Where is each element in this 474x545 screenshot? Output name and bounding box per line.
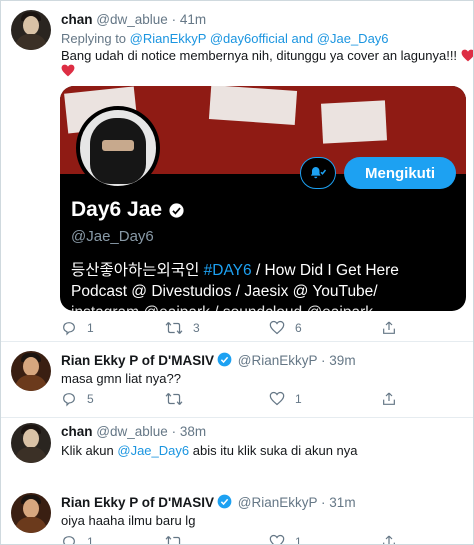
tweet-actions: 1 1 — [61, 534, 461, 545]
like-heart-icon — [269, 391, 285, 406]
tweet-text: masa gmn liat nya?? — [61, 371, 181, 386]
tweet-header: Rian Ekky P of D'MASIV @RianEkkyP · 31m — [61, 494, 356, 510]
bio-line-2: Podcast @ Divestudios / Jaesix @ YouTube… — [71, 283, 378, 300]
reply-icon — [63, 536, 75, 544]
tweet-4[interactable]: Rian Ekky P of D'MASIV @RianEkkyP · 31m … — [1, 486, 473, 545]
bio-line-3: instagram @eajpark / soundcloud @eajpark — [71, 302, 461, 311]
retweet-button[interactable]: 3 — [165, 320, 200, 336]
tweet-header: Rian Ekky P of D'MASIV @RianEkkyP · 39m — [61, 352, 356, 368]
reply-button[interactable]: 1 — [61, 320, 94, 336]
retweet-icon — [165, 393, 183, 405]
reply-button[interactable]: 1 — [61, 534, 94, 545]
bio-text: / How Did I Get Here — [255, 262, 399, 279]
share-button[interactable] — [381, 534, 397, 544]
handle[interactable]: @dw_ablue — [96, 12, 168, 27]
bell-icon — [310, 167, 327, 179]
verified-badge-icon — [217, 352, 232, 367]
verified-badge-icon — [217, 494, 232, 509]
tweet-1[interactable]: chan @dw_ablue · 41m Replying to @RianEk… — [1, 1, 473, 341]
bio-line-1: 등산좋아하는외국인 #DAY6 / How Did I Get Here — [71, 260, 461, 281]
separator-dot: · — [321, 353, 326, 368]
tweet-header: chan @dw_ablue · 41m — [61, 12, 206, 27]
and-label: and — [291, 31, 314, 46]
tweet-thread: chan @dw_ablue · 41m Replying to @RianEk… — [0, 0, 474, 545]
reply-count: 5 — [87, 392, 94, 406]
mention-link[interactable]: @day6official — [210, 31, 288, 46]
separator-dot: · — [321, 495, 326, 510]
avatar[interactable] — [11, 423, 51, 463]
verified-badge-icon — [169, 202, 184, 218]
tweet-text-part: Klik akun — [61, 443, 114, 458]
timestamp[interactable]: 31m — [329, 495, 355, 510]
mention-link[interactable]: @RianEkkyP — [130, 31, 207, 46]
like-count: 1 — [295, 534, 302, 545]
separator-dot: · — [171, 424, 177, 439]
reply-context: Replying to @RianEkkyP @day6official and… — [61, 30, 389, 47]
separator-dot: · — [171, 12, 177, 27]
like-button[interactable]: 1 — [269, 391, 302, 406]
display-name[interactable]: Rian Ekky P of D'MASIV — [61, 353, 214, 368]
display-name[interactable]: chan — [61, 12, 93, 27]
display-name[interactable]: Rian Ekky P of D'MASIV — [61, 495, 214, 510]
mention-link[interactable]: @Jae_Day6 — [317, 31, 389, 46]
bio-text: 등산좋아하는외국인 — [71, 262, 200, 279]
reply-icon — [63, 393, 75, 407]
like-heart-icon — [269, 534, 285, 544]
profile-name[interactable]: Day6 Jae — [71, 198, 185, 222]
profile-card[interactable]: Mengikuti Day6 Jae @Jae_Day6 등산좋아하는외국인 #… — [60, 86, 466, 311]
retweet-button[interactable] — [165, 534, 183, 544]
tweet-text: oiya haaha ilmu baru lg — [61, 513, 196, 528]
share-icon — [383, 321, 395, 334]
avatar[interactable] — [11, 351, 51, 391]
share-icon — [383, 535, 395, 544]
following-button[interactable]: Mengikuti — [344, 157, 456, 189]
mention-link[interactable]: @Jae_Day6 — [117, 443, 189, 458]
handle[interactable]: @dw_ablue — [96, 424, 168, 439]
like-count: 1 — [295, 391, 302, 406]
handle[interactable]: @RianEkkyP — [238, 495, 317, 510]
avatar[interactable] — [11, 10, 51, 50]
tweet-actions: 1 3 6 — [61, 320, 461, 338]
profile-handle[interactable]: @Jae_Day6 — [71, 228, 154, 245]
replying-to-label: Replying to — [61, 31, 127, 46]
avatar[interactable] — [11, 493, 51, 533]
share-button[interactable] — [381, 391, 397, 407]
profile-bio: 등산좋아하는외국인 #DAY6 / How Did I Get Here Pod… — [71, 260, 461, 311]
timestamp[interactable]: 41m — [180, 12, 206, 27]
profile-avatar[interactable] — [76, 106, 160, 190]
share-button[interactable] — [381, 320, 397, 336]
heart-emoji-icon — [461, 49, 473, 62]
like-count: 6 — [295, 320, 302, 335]
tweet-3[interactable]: chan @dw_ablue · 38m Klik akun @Jae_Day6… — [1, 418, 473, 486]
retweet-icon — [165, 536, 181, 544]
tweet-text-part: abis itu klik suka di akun nya — [192, 443, 358, 458]
heart-emoji-icon — [61, 64, 75, 77]
notification-bell-button[interactable] — [300, 157, 336, 189]
like-heart-icon — [269, 320, 285, 335]
tweet-actions: 5 1 — [61, 391, 461, 409]
like-button[interactable]: 1 — [269, 534, 302, 545]
like-button[interactable]: 6 — [269, 320, 302, 335]
hashtag-link[interactable]: #DAY6 — [204, 262, 252, 279]
retweet-count: 3 — [193, 321, 200, 335]
reply-icon — [63, 322, 75, 336]
display-name[interactable]: chan — [61, 424, 93, 439]
timestamp[interactable]: 38m — [180, 424, 206, 439]
share-icon — [383, 392, 395, 405]
reply-count: 1 — [87, 535, 94, 545]
profile-name-text: Day6 Jae — [71, 198, 163, 221]
tweet-text-content: Bang udah di notice membernya nih, ditun… — [61, 48, 458, 63]
retweet-icon — [165, 322, 183, 334]
reply-count: 1 — [87, 321, 94, 335]
tweet-2[interactable]: Rian Ekky P of D'MASIV @RianEkkyP · 39m … — [1, 342, 473, 417]
tweet-header: chan @dw_ablue · 38m — [61, 424, 206, 439]
reply-button[interactable]: 5 — [61, 391, 94, 407]
tweet-text: Bang udah di notice membernya nih, ditun… — [61, 47, 473, 64]
tweet-text: Klik akun @Jae_Day6 abis itu klik suka d… — [61, 442, 358, 459]
tweet-text-wrap — [61, 62, 75, 79]
handle[interactable]: @RianEkkyP — [238, 353, 317, 368]
timestamp[interactable]: 39m — [329, 353, 355, 368]
retweet-button[interactable] — [165, 391, 193, 407]
